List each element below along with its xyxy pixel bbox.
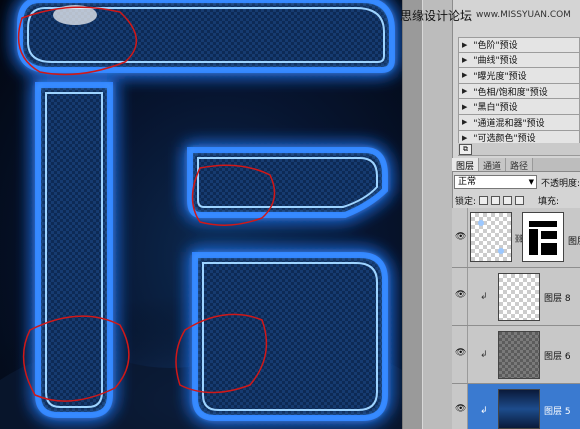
layer-row-selected[interactable]: 👁 ↲ 图层 5 bbox=[452, 384, 580, 429]
blend-mode-select[interactable]: 正常 ▼ bbox=[454, 175, 537, 189]
layer-thumbnail bbox=[498, 331, 540, 379]
layers-panel-tabs: 图层 通道 路径 bbox=[452, 158, 580, 172]
tab-channels[interactable]: 通道 bbox=[479, 158, 507, 172]
preset-label: "曝光度"预设 bbox=[473, 71, 527, 82]
layer-thumbnail bbox=[498, 389, 540, 429]
layer-row[interactable]: 👁 ↲ 图层 6 bbox=[452, 326, 580, 384]
clipping-arrow-icon: ↲ bbox=[480, 350, 488, 360]
adjustment-presets-list: ▶ "色阶"预设 ▶ "曲线"预设 ▶ "曝光度"预设 ▶ "色相/饱和度"预设 ▶ "黑… bbox=[458, 37, 580, 147]
layers-list: 👁 ⛓ 图层 👁 ↲ 图层 8 👁 ↲ 图层 6 👁 bbox=[452, 208, 580, 429]
layer-name[interactable]: 图层 5 bbox=[544, 404, 571, 417]
canvas-scrollbar[interactable] bbox=[402, 0, 422, 429]
clipping-arrow-icon: ↲ bbox=[480, 292, 488, 302]
layer-thumbnail bbox=[470, 212, 512, 262]
expand-triangle-icon[interactable]: ▶ bbox=[462, 87, 467, 95]
chevron-down-icon: ▼ bbox=[528, 178, 534, 186]
preset-item-levels[interactable]: ▶ "色阶"预设 bbox=[458, 37, 580, 53]
preset-label: "黑白"预设 bbox=[473, 103, 518, 114]
layer-row[interactable]: 👁 ↲ 图层 8 bbox=[452, 268, 580, 326]
presets-panel-footer: ⧉ bbox=[458, 143, 580, 156]
preset-label: "曲线"预设 bbox=[473, 56, 518, 67]
lock-position-icon[interactable] bbox=[503, 195, 513, 205]
mask-shape bbox=[529, 221, 557, 255]
preset-item-channel-mixer[interactable]: ▶ "通道混和器"预设 bbox=[458, 114, 580, 131]
eye-icon[interactable]: 👁 bbox=[455, 348, 466, 358]
panel-dock-gap bbox=[422, 0, 452, 429]
eye-icon[interactable]: 👁 bbox=[455, 232, 466, 242]
preset-item-curves[interactable]: ▶ "曲线"预设 bbox=[458, 52, 580, 69]
expand-triangle-icon[interactable]: ▶ bbox=[462, 134, 467, 142]
neon-letter-artwork bbox=[0, 0, 402, 429]
expand-triangle-icon[interactable]: ▶ bbox=[462, 56, 467, 64]
fill-label: 填充: bbox=[538, 196, 560, 207]
preset-item-exposure[interactable]: ▶ "曝光度"预设 bbox=[458, 68, 580, 84]
lock-row: 锁定: 填充: bbox=[452, 192, 580, 208]
watermark-text: 思缘设计论坛 bbox=[400, 8, 473, 23]
eye-icon[interactable]: 👁 bbox=[455, 290, 466, 300]
preset-item-hue-saturation[interactable]: ▶ "色相/饱和度"预设 bbox=[458, 83, 580, 100]
lock-all-icon[interactable] bbox=[515, 195, 525, 205]
layer-thumbnail bbox=[498, 273, 540, 321]
preset-label: "色相/饱和度"预设 bbox=[473, 87, 548, 98]
layer-name[interactable]: 图层 bbox=[568, 234, 580, 247]
layer-row[interactable]: 👁 ⛓ 图层 bbox=[452, 208, 580, 268]
expand-triangle-icon[interactable]: ▶ bbox=[462, 41, 467, 49]
layer-name[interactable]: 图层 8 bbox=[544, 291, 571, 304]
thumbnail-content bbox=[478, 220, 504, 254]
tab-layers[interactable]: 图层 bbox=[452, 158, 480, 172]
watermark-url: www.MISSYUAN.COM bbox=[476, 10, 571, 20]
clipping-arrow-icon: ↲ bbox=[480, 406, 488, 416]
layer-name[interactable]: 图层 6 bbox=[544, 349, 571, 362]
clip-to-layer-icon[interactable]: ⧉ bbox=[459, 144, 472, 155]
watermark: 思缘设计论坛 www.MISSYUAN.COM bbox=[400, 4, 580, 26]
layer-mask-thumbnail[interactable] bbox=[522, 212, 564, 262]
lock-transparency-icon[interactable] bbox=[479, 195, 489, 205]
expand-triangle-icon[interactable]: ▶ bbox=[462, 103, 467, 111]
preset-item-black-white[interactable]: ▶ "黑白"预设 bbox=[458, 99, 580, 115]
lock-pixels-icon[interactable] bbox=[491, 195, 501, 205]
lock-label: 锁定: bbox=[455, 196, 477, 207]
blend-mode-value: 正常 bbox=[458, 177, 477, 187]
blend-row: 正常 ▼ 不透明度: bbox=[452, 173, 580, 191]
preset-label: "色阶"预设 bbox=[473, 41, 518, 52]
document-canvas[interactable] bbox=[0, 0, 402, 429]
tab-paths[interactable]: 路径 bbox=[506, 158, 534, 172]
expand-triangle-icon[interactable]: ▶ bbox=[462, 71, 467, 79]
opacity-label: 不透明度: bbox=[540, 178, 580, 189]
preset-label: "通道混和器"预设 bbox=[473, 118, 545, 129]
expand-triangle-icon[interactable]: ▶ bbox=[462, 118, 467, 126]
eye-icon[interactable]: 👁 bbox=[455, 404, 466, 414]
